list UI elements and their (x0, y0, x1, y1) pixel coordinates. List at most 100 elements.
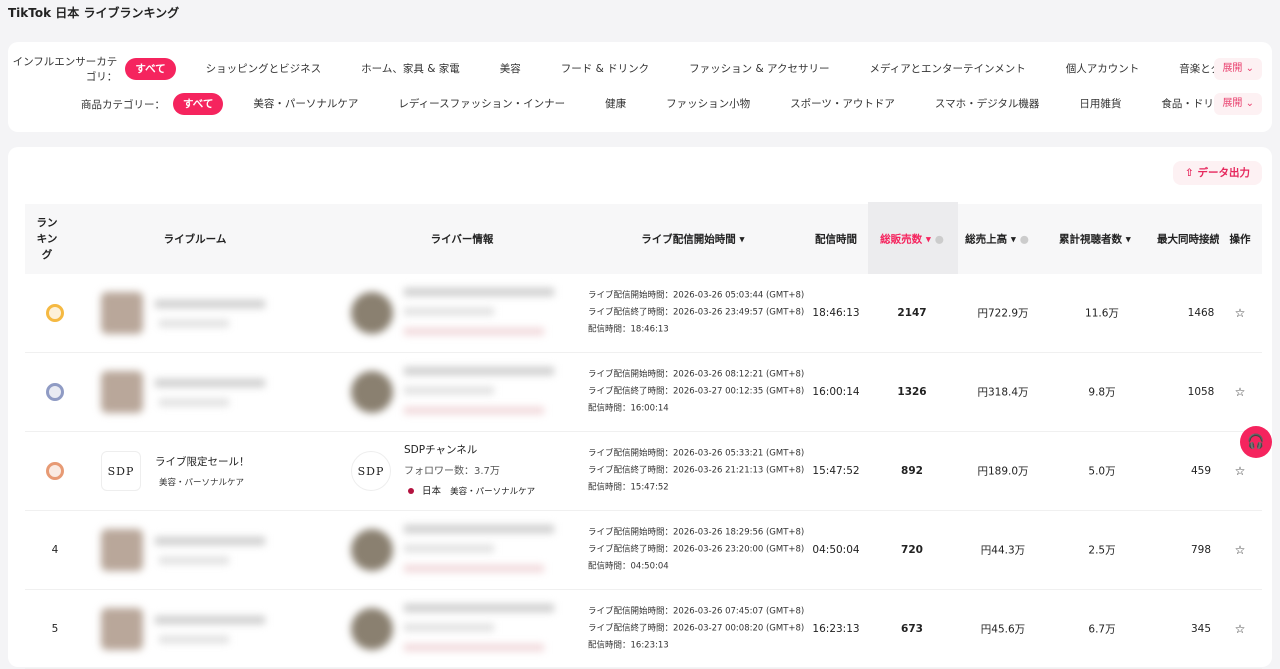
blurred-liver-name (404, 367, 554, 375)
header-viewers[interactable]: 累計視聴者数 ▾ (1059, 232, 1131, 247)
influencer-expand-button[interactable]: 展開 ⌄ (1214, 58, 1262, 80)
page-title: TikTok 日本 ライブランキング (8, 4, 179, 21)
start-time: ライブ配信開始時間：2026-03-26 08:12:21 (GMT+8) (588, 367, 804, 384)
duration-line: 配信時間：04:50:04 (588, 559, 804, 576)
favorite-star-icon[interactable]: ☆ (1235, 543, 1246, 557)
liver-avatar[interactable] (351, 608, 393, 650)
end-time: ライブ配信終了時間：2026-03-26 23:49:57 (GMT+8) (588, 305, 804, 322)
duration: 18:46:13 (812, 307, 859, 319)
filter-chip[interactable]: ショッピングとビジネス (196, 58, 332, 80)
info-icon: ● (1020, 234, 1029, 246)
country: 日本 (422, 486, 441, 497)
filter-chip[interactable]: すべて (173, 93, 223, 115)
live-room-thumbnail[interactable] (101, 292, 143, 334)
favorite-star-icon[interactable]: ☆ (1235, 464, 1246, 478)
liver-avatar[interactable] (351, 371, 393, 413)
peak-concurrent: 345 (1191, 623, 1211, 635)
liver-avatar[interactable]: SDP (351, 451, 391, 491)
filter-chip[interactable]: スポーツ・アウトドア (780, 93, 905, 115)
end-time: ライブ配信終了時間：2026-03-26 23:20:00 (GMT+8) (588, 542, 804, 559)
rank-medal-icon (46, 304, 64, 322)
table-row[interactable]: ライブ配信開始時間：2026-03-26 05:03:44 (GMT+8)ライブ… (25, 274, 1262, 353)
peak-concurrent: 459 (1191, 465, 1211, 477)
filter-chip[interactable]: ファッション & アクセサリー (679, 58, 839, 80)
duration: 04:50:04 (812, 544, 859, 556)
favorite-star-icon[interactable]: ☆ (1235, 306, 1246, 320)
header-live-room: ライブルーム (164, 232, 227, 247)
peak-concurrent: 1058 (1188, 386, 1215, 398)
live-room-thumbnail[interactable]: SDP (101, 451, 141, 491)
filter-chip[interactable]: レディースファッション・インナー (388, 93, 575, 115)
filter-chip[interactable]: フード & ドリンク (551, 58, 659, 80)
info-icon: ● (935, 234, 944, 246)
live-room-title[interactable]: ライブ限定セール！ (155, 454, 250, 469)
favorite-star-icon[interactable]: ☆ (1235, 622, 1246, 636)
product-expand-button[interactable]: 展開 ⌄ (1214, 93, 1262, 115)
header-revenue[interactable]: 総売上高 ▾ ● (965, 232, 1029, 247)
filter-chip[interactable]: メディアとエンターテインメント (859, 58, 1035, 80)
filter-chip[interactable]: 健康 (595, 93, 636, 115)
revenue: 円318.4万 (977, 385, 1028, 400)
start-time: ライブ配信開始時間：2026-03-26 05:33:21 (GMT+8) (588, 446, 804, 463)
export-data-button[interactable]: ⇧ データ出力 (1173, 161, 1262, 185)
broadcast-times: ライブ配信開始時間：2026-03-26 05:33:21 (GMT+8)ライブ… (588, 446, 804, 497)
ranking-table-card: ⇧ データ出力 ランキング ライブルーム ライバー情報 ライブ配信開始時間 ▾ … (8, 147, 1272, 667)
filter-chip[interactable]: すべて (125, 58, 175, 80)
rank-number: 5 (52, 623, 59, 635)
blurred-followers (404, 545, 494, 552)
liver-avatar[interactable] (351, 529, 393, 571)
total-sales-label: 総販売数 ▾ (880, 234, 931, 246)
viewers: 9.8万 (1088, 385, 1115, 400)
support-headset-button[interactable]: 🎧 (1240, 426, 1272, 458)
filter-chip[interactable]: 日用雑貨 (1069, 93, 1131, 115)
export-label: データ出力 (1198, 167, 1251, 179)
revenue: 円45.6万 (981, 622, 1025, 637)
end-time: ライブ配信終了時間：2026-03-27 00:12:35 (GMT+8) (588, 384, 804, 401)
broadcast-times: ライブ配信開始時間：2026-03-26 08:12:21 (GMT+8)ライブ… (588, 367, 804, 418)
live-room-thumbnail[interactable] (101, 529, 143, 571)
blurred-liver-name (404, 288, 554, 296)
peak-concurrent: 1468 (1188, 307, 1215, 319)
favorite-star-icon[interactable]: ☆ (1235, 385, 1246, 399)
revenue: 円189.0万 (977, 464, 1028, 479)
total-sales: 720 (901, 544, 923, 556)
liver-name[interactable]: SDPチャンネル (404, 442, 477, 457)
blurred-followers (404, 308, 494, 315)
duration-line: 配信時間：18:46:13 (588, 322, 804, 339)
table-row[interactable]: SDP ライブ限定セール！ 美容・パーソナルケア SDP SDPチャンネル フォ… (25, 432, 1262, 511)
rank-medal-icon (46, 383, 64, 401)
filter-chip[interactable]: ファッション小物 (656, 93, 760, 115)
header-total-sales[interactable]: 総販売数 ▾ ● (880, 232, 944, 247)
viewers: 2.5万 (1088, 543, 1115, 558)
filter-chip[interactable]: 美容・パーソナルケア (243, 93, 368, 115)
end-time: ライブ配信終了時間：2026-03-27 00:08:20 (GMT+8) (588, 621, 804, 638)
peak-concurrent: 798 (1191, 544, 1211, 556)
filter-chip[interactable]: 美容 (490, 58, 531, 80)
table-row[interactable]: 5 ライブ配信開始時間：2026-03-26 07:45:07 (GMT+8)ラ… (25, 590, 1262, 669)
table-row[interactable]: ライブ配信開始時間：2026-03-26 08:12:21 (GMT+8)ライブ… (25, 353, 1262, 432)
table-row[interactable]: 4 ライブ配信開始時間：2026-03-26 18:29:56 (GMT+8)ラ… (25, 511, 1262, 590)
filter-chip[interactable]: スマホ・デジタル機器 (925, 93, 1049, 115)
influencer-filter-label: インフルエンサーカテゴリ： (8, 54, 125, 84)
live-room-thumbnail[interactable] (101, 608, 143, 650)
blurred-room-category (159, 636, 229, 643)
header-start-time[interactable]: ライブ配信開始時間 ▾ (641, 232, 744, 247)
blurred-followers (404, 624, 494, 631)
duration: 16:23:13 (812, 623, 859, 635)
rank-number: 4 (52, 544, 59, 556)
filter-chip[interactable]: ホーム、家具 & 家電 (351, 58, 470, 80)
liver-avatar[interactable] (351, 292, 393, 334)
live-room-thumbnail[interactable] (101, 371, 143, 413)
filter-chip[interactable]: 個人アカウント (1056, 58, 1150, 80)
broadcast-times: ライブ配信開始時間：2026-03-26 18:29:56 (GMT+8)ライブ… (588, 525, 804, 576)
revenue: 円44.3万 (981, 543, 1025, 558)
duration-line: 配信時間：16:23:13 (588, 638, 804, 655)
header-rank: ランキング (34, 215, 60, 263)
header-peak-concurrent[interactable]: 最大同時接続 (1157, 232, 1219, 247)
total-sales: 1326 (897, 386, 926, 398)
blurred-region (404, 644, 544, 651)
blurred-room-category (159, 320, 229, 327)
end-time: ライブ配信終了時間：2026-03-26 21:21:13 (GMT+8) (588, 463, 804, 480)
blurred-region (404, 565, 544, 572)
total-sales: 2147 (897, 307, 926, 319)
